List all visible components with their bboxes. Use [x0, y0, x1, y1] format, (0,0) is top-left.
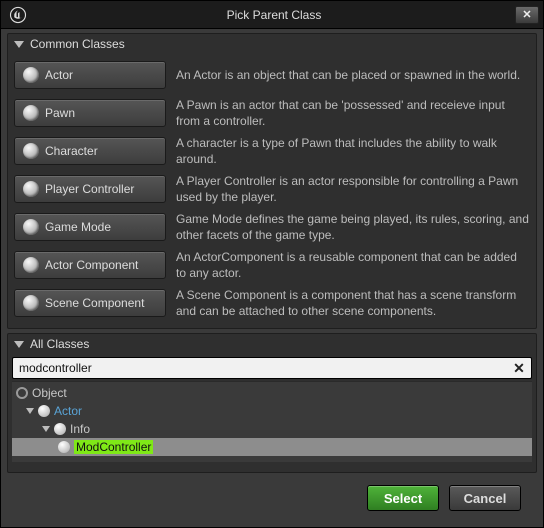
- class-row-character: Character A character is a type of Pawn …: [14, 134, 530, 168]
- class-row-scene-component: Scene Component A Scene Component is a c…: [14, 286, 530, 320]
- window-title: Pick Parent Class: [33, 8, 515, 22]
- class-description: A Pawn is an actor that can be 'possesse…: [176, 97, 530, 129]
- class-search-input[interactable]: [12, 357, 532, 379]
- scene-component-icon: [23, 295, 39, 311]
- common-classes-header[interactable]: Common Classes: [8, 34, 536, 54]
- class-label: Character: [45, 144, 98, 158]
- close-button[interactable]: ✕: [515, 6, 539, 24]
- class-ball-icon: [58, 441, 70, 453]
- class-label: Actor: [45, 68, 73, 82]
- common-classes-title: Common Classes: [30, 37, 125, 51]
- common-classes-section: Common Classes Actor An Actor is an obje…: [7, 33, 537, 329]
- class-description: A Scene Component is a component that ha…: [176, 287, 530, 319]
- tree-item-modcontroller[interactable]: ModController: [12, 438, 532, 456]
- class-ball-icon: [38, 405, 50, 417]
- class-row-pawn: Pawn A Pawn is an actor that can be 'pos…: [14, 96, 530, 130]
- pawn-icon: [23, 105, 39, 121]
- class-button-scene-component[interactable]: Scene Component: [14, 289, 166, 317]
- class-label: Game Mode: [45, 220, 111, 234]
- class-row-player-controller: Player Controller A Player Controller is…: [14, 172, 530, 206]
- button-label: Cancel: [464, 491, 507, 506]
- class-description: An ActorComponent is a reusable componen…: [176, 249, 530, 281]
- select-button[interactable]: Select: [367, 485, 439, 511]
- collapse-icon: [14, 41, 24, 48]
- actor-component-icon: [23, 257, 39, 273]
- expand-icon: [42, 426, 50, 432]
- class-ball-icon: [54, 423, 66, 435]
- search-wrap: ✕: [12, 357, 532, 379]
- class-row-actor-component: Actor Component An ActorComponent is a r…: [14, 248, 530, 282]
- class-tree: Object Actor Info ModController: [12, 381, 532, 462]
- clear-search-button[interactable]: ✕: [510, 359, 528, 377]
- tree-item-info[interactable]: Info: [12, 420, 532, 438]
- class-description: An Actor is an object that can be placed…: [176, 67, 530, 83]
- dialog-footer: Select Cancel: [7, 477, 537, 521]
- tree-label: Info: [70, 422, 90, 436]
- class-label: Player Controller: [45, 182, 134, 196]
- class-button-character[interactable]: Character: [14, 137, 166, 165]
- close-icon: ✕: [522, 8, 531, 21]
- tree-item-actor[interactable]: Actor: [12, 402, 532, 420]
- collapse-icon: [14, 341, 24, 348]
- class-button-player-controller[interactable]: Player Controller: [14, 175, 166, 203]
- actor-icon: [23, 67, 39, 83]
- class-button-pawn[interactable]: Pawn: [14, 99, 166, 127]
- all-classes-header[interactable]: All Classes: [8, 334, 536, 354]
- tree-label: ModController: [74, 440, 153, 454]
- class-row-actor: Actor An Actor is an object that can be …: [14, 58, 530, 92]
- class-label: Pawn: [45, 106, 75, 120]
- all-classes-title: All Classes: [30, 337, 89, 351]
- character-icon: [23, 143, 39, 159]
- button-label: Select: [384, 491, 422, 506]
- pick-parent-class-dialog: Pick Parent Class ✕ Common Classes Actor…: [0, 0, 544, 528]
- close-icon: ✕: [513, 360, 525, 377]
- ring-icon: [16, 387, 28, 399]
- common-classes-list: Actor An Actor is an object that can be …: [8, 54, 536, 328]
- player-controller-icon: [23, 181, 39, 197]
- tree-label: Object: [32, 386, 67, 400]
- titlebar: Pick Parent Class ✕: [1, 1, 543, 29]
- class-description: Game Mode defines the game being played,…: [176, 211, 530, 243]
- game-mode-icon: [23, 219, 39, 235]
- class-button-actor-component[interactable]: Actor Component: [14, 251, 166, 279]
- class-row-game-mode: Game Mode Game Mode defines the game bei…: [14, 210, 530, 244]
- unreal-logo-icon: [7, 4, 29, 26]
- cancel-button[interactable]: Cancel: [449, 485, 521, 511]
- class-description: A character is a type of Pawn that inclu…: [176, 135, 530, 167]
- all-classes-section: All Classes ✕ Object: [7, 333, 537, 473]
- tree-label: Actor: [54, 404, 82, 418]
- class-description: A Player Controller is an actor responsi…: [176, 173, 530, 205]
- class-button-actor[interactable]: Actor: [14, 61, 166, 89]
- expand-icon: [26, 408, 34, 414]
- tree-item-object[interactable]: Object: [12, 384, 532, 402]
- class-label: Scene Component: [45, 296, 144, 310]
- class-label: Actor Component: [45, 258, 138, 272]
- class-button-game-mode[interactable]: Game Mode: [14, 213, 166, 241]
